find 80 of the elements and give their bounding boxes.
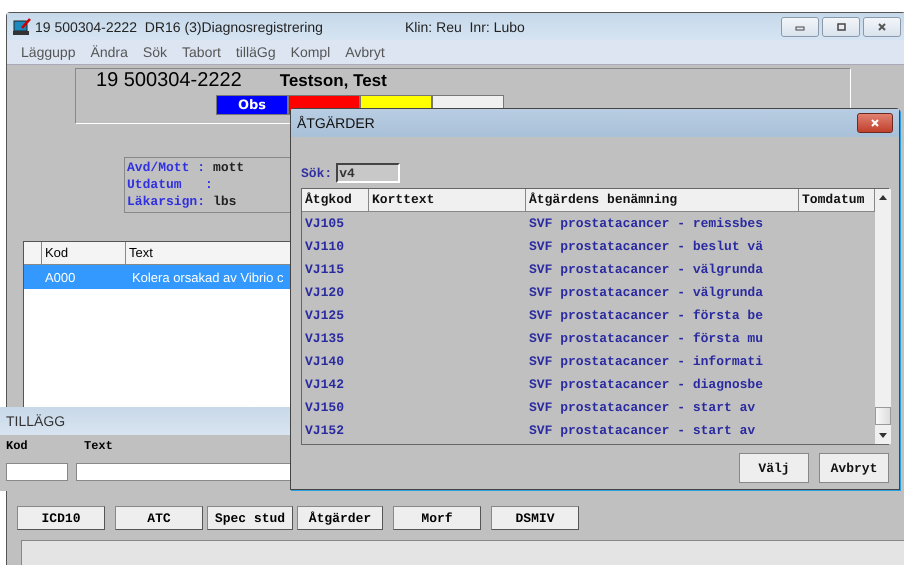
menu-item[interactable]: tilläGg: [236, 44, 276, 60]
window-title: TILLÄGG: [6, 413, 66, 429]
table-row[interactable]: VJ110 SVF prostatacancer - beslut vä: [302, 235, 875, 258]
menu-item[interactable]: Läggupp: [21, 44, 76, 60]
clinic-info: Klin: Reu Inr: Lubo: [404, 18, 525, 34]
field-label: Kod: [5, 439, 29, 455]
close-icon: [876, 22, 888, 30]
table-cell-text: SVF prostatacancer - första mu: [528, 331, 764, 346]
search-field[interactable]: v4: [336, 163, 400, 183]
table-cell-text: VJ142: [304, 377, 346, 392]
table-cell-text: VJ110: [304, 239, 346, 254]
tool-button[interactable]: Åtgärder: [297, 506, 383, 530]
patient-name: Testson, Test: [280, 70, 387, 92]
menu-item[interactable]: Ändra: [90, 44, 128, 60]
table-cell-text: A000: [44, 270, 76, 284]
dialog-title: ÅTGÄRDER: [297, 115, 375, 131]
column-header[interactable]: Korttext: [369, 189, 526, 211]
close-icon: [869, 119, 881, 127]
patient-id: 19 500304-2222: [96, 69, 242, 92]
tool-button[interactable]: DSMIV: [491, 506, 579, 530]
table-cell-text: Kolera orsakad av Vibrio c: [131, 270, 285, 284]
table-cell-text: SVF prostatacancer - välgrunda: [528, 285, 764, 300]
table-cell-text: SVF prostatacancer - välgrunda: [528, 262, 764, 277]
scrollbar[interactable]: [875, 189, 891, 444]
close-button[interactable]: [863, 16, 901, 36]
code-field[interactable]: [6, 463, 68, 481]
table-cell-text: VJ152: [304, 423, 346, 438]
table-cell-text: SVF prostatacancer - informati: [528, 354, 764, 369]
table-cell-text: SVF prostatacancer - start av: [528, 400, 756, 415]
scroll-thumb[interactable]: [875, 407, 891, 425]
table-cell-text: VJ125: [304, 308, 346, 323]
info-label: Avd/Mott :: [127, 160, 206, 177]
table-row[interactable]: VJ140 SVF prostatacancer - informati: [302, 350, 875, 373]
table-cell-text: SVF prostatacancer - start av: [528, 423, 756, 438]
table-cell-text: VJ140: [304, 354, 346, 369]
scroll-up-icon: [879, 195, 887, 200]
menu-item[interactable]: Kompl: [290, 44, 330, 60]
table-row[interactable]: VJ105 SVF prostatacancer - remissbes: [302, 212, 875, 235]
info-value: mott: [213, 160, 244, 177]
menu-item[interactable]: Tabort: [182, 44, 221, 60]
table-cell-text: VJ115: [304, 262, 346, 277]
menu-item[interactable]: Sök: [142, 44, 167, 60]
tool-button[interactable]: ATC: [115, 506, 203, 530]
table-cell-text: SVF prostatacancer - remissbes: [528, 216, 764, 231]
table-row[interactable]: VJ120 SVF prostatacancer - välgrunda: [302, 281, 875, 304]
table-row[interactable]: VJ125 SVF prostatacancer - första be: [302, 304, 875, 327]
window-title: 19 500304-2222 DR16 (3)Diagnosregistrering: [35, 18, 323, 34]
table-row[interactable]: VJ142 SVF prostatacancer - diagnosbe: [302, 373, 875, 396]
menu-item[interactable]: Avbryt: [345, 44, 385, 60]
tool-button[interactable]: ICD10: [17, 506, 105, 530]
column-header[interactable]: Kod: [42, 242, 126, 264]
close-button[interactable]: [857, 113, 893, 133]
table-row[interactable]: VJ152 SVF prostatacancer - start av: [302, 419, 875, 442]
dialog-button[interactable]: Välj: [739, 453, 809, 483]
column-header[interactable]: Åtgärdens benämning: [526, 189, 799, 211]
field-label: Text: [84, 439, 113, 455]
tool-button[interactable]: Spec stud: [207, 506, 293, 530]
scroll-down-icon: [879, 433, 887, 438]
dialog-button[interactable]: Avbryt: [819, 453, 889, 483]
computer-pen-icon: [13, 18, 31, 36]
table-row[interactable]: VJ115 SVF prostatacancer - välgrunda: [302, 258, 875, 281]
info-value: lbs: [213, 194, 236, 211]
restore-icon: [835, 22, 847, 30]
maximize-button[interactable]: [822, 16, 860, 36]
table-row[interactable]: VJ150 SVF prostatacancer - start av: [302, 396, 875, 419]
info-label: Läkarsign:: [127, 194, 206, 211]
info-label: Utdatum :: [127, 177, 213, 194]
table-cell-text: VJ135: [304, 331, 346, 346]
table-cell-text: SVF prostatacancer - beslut vä: [528, 239, 764, 254]
table-cell-text: SVF prostatacancer - diagnosbe: [528, 377, 764, 392]
minimize-button[interactable]: [781, 16, 819, 36]
column-header[interactable]: Åtgkod: [302, 189, 369, 211]
flag-button[interactable]: Obs: [216, 95, 288, 115]
search-label: Sök:: [301, 166, 332, 180]
table-cell-text: SVF prostatacancer - första be: [528, 308, 764, 323]
table-cell-text: VJ105: [304, 216, 346, 231]
table-row[interactable]: VJ135 SVF prostatacancer - första mu: [302, 327, 875, 350]
table-cell-text: VJ120: [304, 285, 346, 300]
tool-button[interactable]: Morf: [393, 506, 481, 530]
table-cell-text: VJ150: [304, 400, 346, 415]
